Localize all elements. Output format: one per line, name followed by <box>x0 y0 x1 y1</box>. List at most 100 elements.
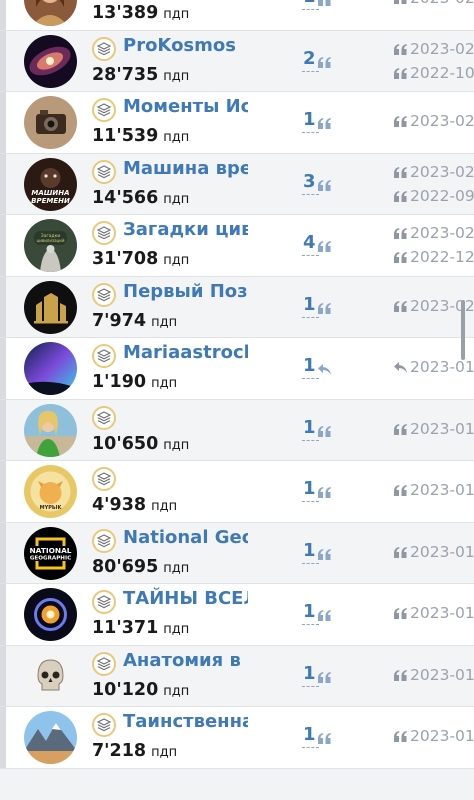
quote-icon <box>394 731 407 742</box>
svg-text:GEOGRAPHIC: GEOGRAPHIC <box>30 555 71 561</box>
post-date[interactable]: 2023-01 <box>394 603 474 623</box>
post-date[interactable]: 2023-01 <box>394 357 474 377</box>
channel-row[interactable]: Моменты Ист 11'539 пдп 1 2023-02 <box>0 92 474 154</box>
subscriber-unit: пдп <box>163 683 190 699</box>
channel-avatar[interactable] <box>24 34 77 88</box>
post-date-text: 2023-02 <box>410 39 474 58</box>
channel-name[interactable]: Анатомия в к <box>123 648 248 674</box>
mention-count[interactable]: 4 <box>303 232 316 253</box>
channel-row[interactable]: Первый Позн 7'974 пдп 1 2023-02 <box>0 276 474 338</box>
channel-row[interactable]: MYPЬIK 4'938 пдп 1 2023-01 <box>0 461 474 523</box>
mention-count[interactable]: 1 <box>303 109 316 130</box>
channel-name[interactable]: Загадки циви <box>123 217 248 243</box>
post-date[interactable]: 2023-01 <box>394 665 474 685</box>
subscriber-count: 28'735 пдп <box>92 65 189 85</box>
post-date[interactable]: 2023-02 <box>394 39 474 59</box>
svg-text:цивилизаций: цивилизаций <box>37 238 65 243</box>
post-date[interactable]: 2023-02 <box>394 223 474 243</box>
row-edge <box>0 215 6 276</box>
channel-name[interactable] <box>123 402 248 428</box>
layers-icon <box>92 651 116 676</box>
channel-row[interactable]: МАШИНАВРЕМЕНИ Машина врем 14'566пдп 3 20… <box>0 153 474 215</box>
layers-icon <box>92 98 116 122</box>
mention-count[interactable]: 1 <box>303 540 316 561</box>
mention-count[interactable]: 1 <box>303 478 316 499</box>
layers-icon <box>92 590 116 614</box>
subscriber-unit: пдп <box>163 560 190 576</box>
quote-icon <box>394 485 407 496</box>
count-underline <box>302 378 319 379</box>
channel-avatar[interactable]: МАШИНА ВРЕМЕНИ <box>24 157 77 211</box>
mention-count[interactable]: 2 <box>303 48 316 69</box>
channel-row[interactable]: ТАЙНЫ ВСЕЛ 11'371 пдп 1 2023-01 <box>0 584 474 646</box>
quote-icon <box>394 300 407 312</box>
channel-name[interactable]: Моменты Ист <box>123 94 248 120</box>
channel-name[interactable] <box>123 463 248 489</box>
post-date-text: 2023-01 <box>410 604 474 622</box>
post-date[interactable]: 2023-02 <box>394 0 474 8</box>
channel-name[interactable]: Машина врем <box>123 156 248 182</box>
channel-row[interactable]: ProKosmos 28'735 пдп 2 2023-02 2022-10 <box>0 30 474 92</box>
layers-icon <box>92 282 116 307</box>
channel-row[interactable]: Анатомия в к 10'120 пдп 1 2023-01 <box>0 645 474 707</box>
count-underline <box>302 747 319 748</box>
post-date[interactable]: 2023-01 <box>394 480 474 500</box>
post-date[interactable]: 2023-02 <box>394 111 474 131</box>
post-date[interactable]: 2023-01 <box>394 542 474 562</box>
channel-avatar[interactable]: NATIONAL GEOGRAPHIC <box>24 526 77 580</box>
channel-name[interactable]: Таинственная <box>123 709 248 735</box>
channel-avatar[interactable]: MYPЬIK <box>24 465 77 518</box>
channel-row[interactable]: History of Anti 13'389пдп 1 2023-02 <box>0 0 474 31</box>
channel-name[interactable]: Mariaastroclub <box>123 340 248 366</box>
post-date[interactable]: 2022-10 <box>394 63 474 83</box>
subscriber-number: 11'539 <box>92 126 159 146</box>
subscriber-unit: пдп <box>163 130 190 145</box>
subscriber-number: 13'389 <box>92 3 159 23</box>
channel-name[interactable]: Первый Позн <box>123 279 248 305</box>
channel-avatar[interactable] <box>24 342 77 395</box>
mention-count[interactable]: 1 <box>303 294 316 315</box>
channel-avatar[interactable] <box>24 280 77 334</box>
mention-count[interactable]: 1 <box>303 663 316 684</box>
channel-name[interactable]: ProKosmos <box>123 33 248 59</box>
channel-row[interactable]: Загадкицивилизаций Загадки циви 31'708 пд… <box>0 215 474 277</box>
scrollbar[interactable] <box>461 300 465 360</box>
mention-count[interactable]: 1 <box>303 0 316 7</box>
channel-avatar[interactable] <box>24 711 77 764</box>
count-underline <box>302 316 319 318</box>
subscriber-count: 4'938 пдп <box>92 495 177 515</box>
channel-avatar[interactable] <box>24 588 77 641</box>
subscriber-unit: пдп <box>163 622 190 637</box>
subscriber-count: 14'566 пдп <box>92 188 189 208</box>
channel-avatar[interactable] <box>24 96 77 149</box>
post-date[interactable]: 2023-02 <box>394 162 474 182</box>
row-edge <box>0 276 6 337</box>
mention-count[interactable]: 1 <box>303 417 316 438</box>
mention-count[interactable]: 1 <box>303 601 316 622</box>
channel-name[interactable]: National Geog <box>123 525 248 551</box>
channel-row[interactable]: Mariaastroclub 1'190 пдп 1 2023-01 <box>0 338 474 400</box>
quote-icon <box>394 43 407 55</box>
post-date[interactable]: 2023-01 <box>394 419 474 439</box>
channel-avatar[interactable]: Загадки цивилизаций <box>24 219 77 272</box>
row-edge <box>0 30 6 91</box>
channel-avatar[interactable] <box>24 403 77 457</box>
channel-avatar[interactable] <box>24 649 77 703</box>
channel-row[interactable]: NATIONALGEOGRAPHIC National Geog 80'695п… <box>0 522 474 584</box>
post-date-text: 2023-01 <box>410 665 474 684</box>
channel-avatar[interactable] <box>24 0 77 26</box>
mention-count[interactable]: 3 <box>303 171 316 192</box>
svg-text:MYPЬIK: MYPЬIK <box>40 505 63 511</box>
post-date[interactable]: 2022-09 <box>394 186 474 206</box>
post-date[interactable]: 2022-12 <box>394 247 474 267</box>
layers-icon <box>92 221 116 245</box>
mention-count[interactable]: 1 <box>303 724 316 745</box>
subscriber-number: 28'735 <box>92 64 159 85</box>
channel-row[interactable]: 10'650 пдп 1 2023-01 <box>0 399 474 461</box>
post-date[interactable]: 2023-01 <box>394 726 474 746</box>
subscriber-number: 7'974 <box>92 310 147 331</box>
quote-icon <box>394 669 407 681</box>
channel-row[interactable]: Таинственная 7'218 пдп 1 2023-01 <box>0 707 474 769</box>
channel-name[interactable]: ТАЙНЫ ВСЕЛ <box>123 586 248 612</box>
mention-count[interactable]: 1 <box>303 355 316 376</box>
